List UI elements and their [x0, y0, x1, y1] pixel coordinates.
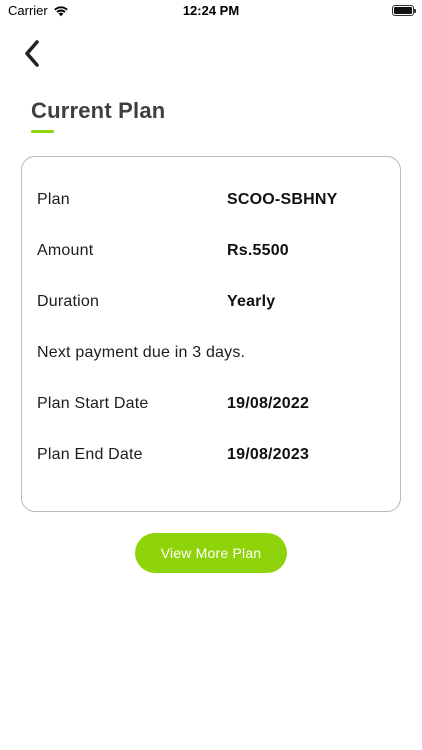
plan-row: Plan SCOO-SBHNY — [37, 191, 390, 215]
battery-level — [394, 7, 412, 14]
plan-label: Plan — [37, 191, 70, 208]
status-bar: Carrier 12:24 PM — [0, 0, 422, 22]
end-date-value: 19/08/2023 — [227, 446, 310, 463]
start-date-row: Plan Start Date 19/08/2022 — [37, 395, 390, 419]
amount-label: Amount — [37, 242, 94, 259]
status-time: 12:24 PM — [182, 3, 240, 18]
next-payment-row: Next payment due in 3 days. — [37, 344, 390, 368]
battery-icon — [392, 5, 416, 16]
duration-row: Duration Yearly — [37, 293, 390, 317]
back-button[interactable] — [20, 38, 46, 70]
start-date-value: 19/08/2022 — [227, 395, 310, 412]
end-date-row: Plan End Date 19/08/2023 — [37, 446, 390, 470]
plan-details-card: Plan SCOO-SBHNY Amount Rs.5500 Duration … — [21, 156, 401, 512]
view-more-plan-button[interactable]: View More Plan — [135, 533, 287, 573]
plan-value: SCOO-SBHNY — [227, 191, 338, 208]
duration-label: Duration — [37, 293, 100, 310]
end-date-label: Plan End Date — [37, 446, 143, 463]
start-date-label: Plan Start Date — [37, 395, 149, 412]
amount-value: Rs.5500 — [227, 242, 289, 259]
next-payment-note: Next payment due in 3 days. — [37, 344, 246, 361]
title-underline — [31, 130, 54, 133]
amount-row: Amount Rs.5500 — [37, 242, 390, 266]
page-title: Current Plan — [31, 98, 166, 123]
duration-value: Yearly — [227, 293, 276, 310]
chevron-left-icon — [25, 40, 39, 67]
